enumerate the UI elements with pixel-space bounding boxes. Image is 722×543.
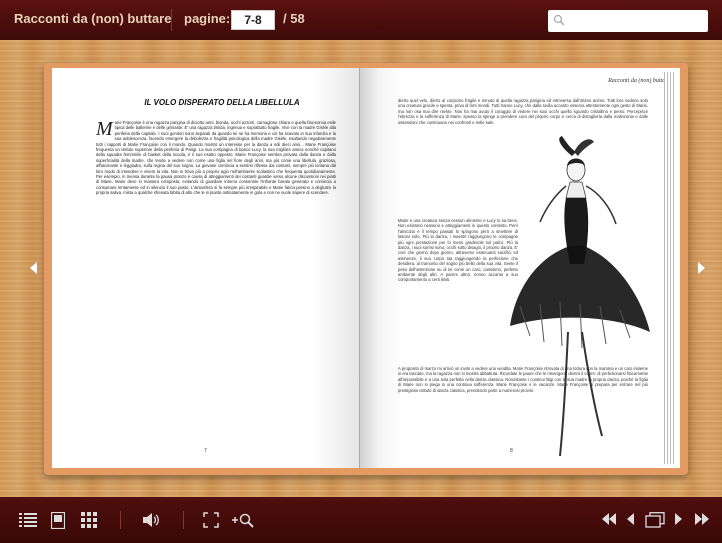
left-page-text: arie Françoise è una ragazza parigina di… [96,120,336,196]
search-input[interactable] [570,12,704,30]
prev-page-arrow-icon[interactable] [30,262,37,274]
next-page-icon[interactable] [674,512,684,526]
bottom-toolbar [0,497,722,543]
next-page-arrow-icon[interactable] [698,262,705,274]
right-page-text-mid: Marie e una creatura senza nessun alimen… [398,218,518,283]
toolbar-divider [171,9,172,31]
pages-label: pagine: [184,11,231,26]
left-page-body: M arie Françoise è una ragazza parigina … [96,118,336,196]
volume-icon[interactable] [143,512,161,528]
drop-cap: M [96,118,113,140]
page-edges [664,72,674,464]
book-title: Racconti da (non) buttare [14,11,172,26]
ballerina-illustration [510,136,650,457]
grid-icon[interactable] [81,512,97,528]
first-page-icon[interactable] [601,512,617,526]
left-page[interactable]: IL VOLO DISPERATO DELLA LIBELLULA M arie… [52,68,359,468]
search-icon [553,14,565,26]
zoom-icon[interactable] [232,512,254,528]
total-pages: / 58 [283,11,305,26]
fullscreen-icon[interactable] [203,512,219,528]
running-head: Racconti da (non) buttare [608,78,670,84]
top-toolbar: Racconti da (non) buttare pagine: / 58 [0,0,722,40]
toolbar-divider [183,511,184,529]
chapter-title: IL VOLO DISPERATO DELLA LIBELLULA [144,98,300,107]
page-view-icon[interactable] [645,512,665,528]
list-icon[interactable] [19,512,37,528]
search-box[interactable] [548,10,708,32]
right-page[interactable]: Racconti da (non) buttare dietro quel ve… [360,68,680,468]
single-page-icon[interactable] [51,512,65,529]
page-number-right: 8 [510,448,513,454]
right-page-text-top: dietro quel velo, dietro al corpicino fr… [398,98,648,125]
prev-page-icon[interactable] [625,512,635,526]
toolbar-divider [120,511,121,529]
page-number-left: 7 [204,448,207,454]
last-page-icon[interactable] [694,512,710,526]
page-number-input[interactable] [231,10,275,30]
